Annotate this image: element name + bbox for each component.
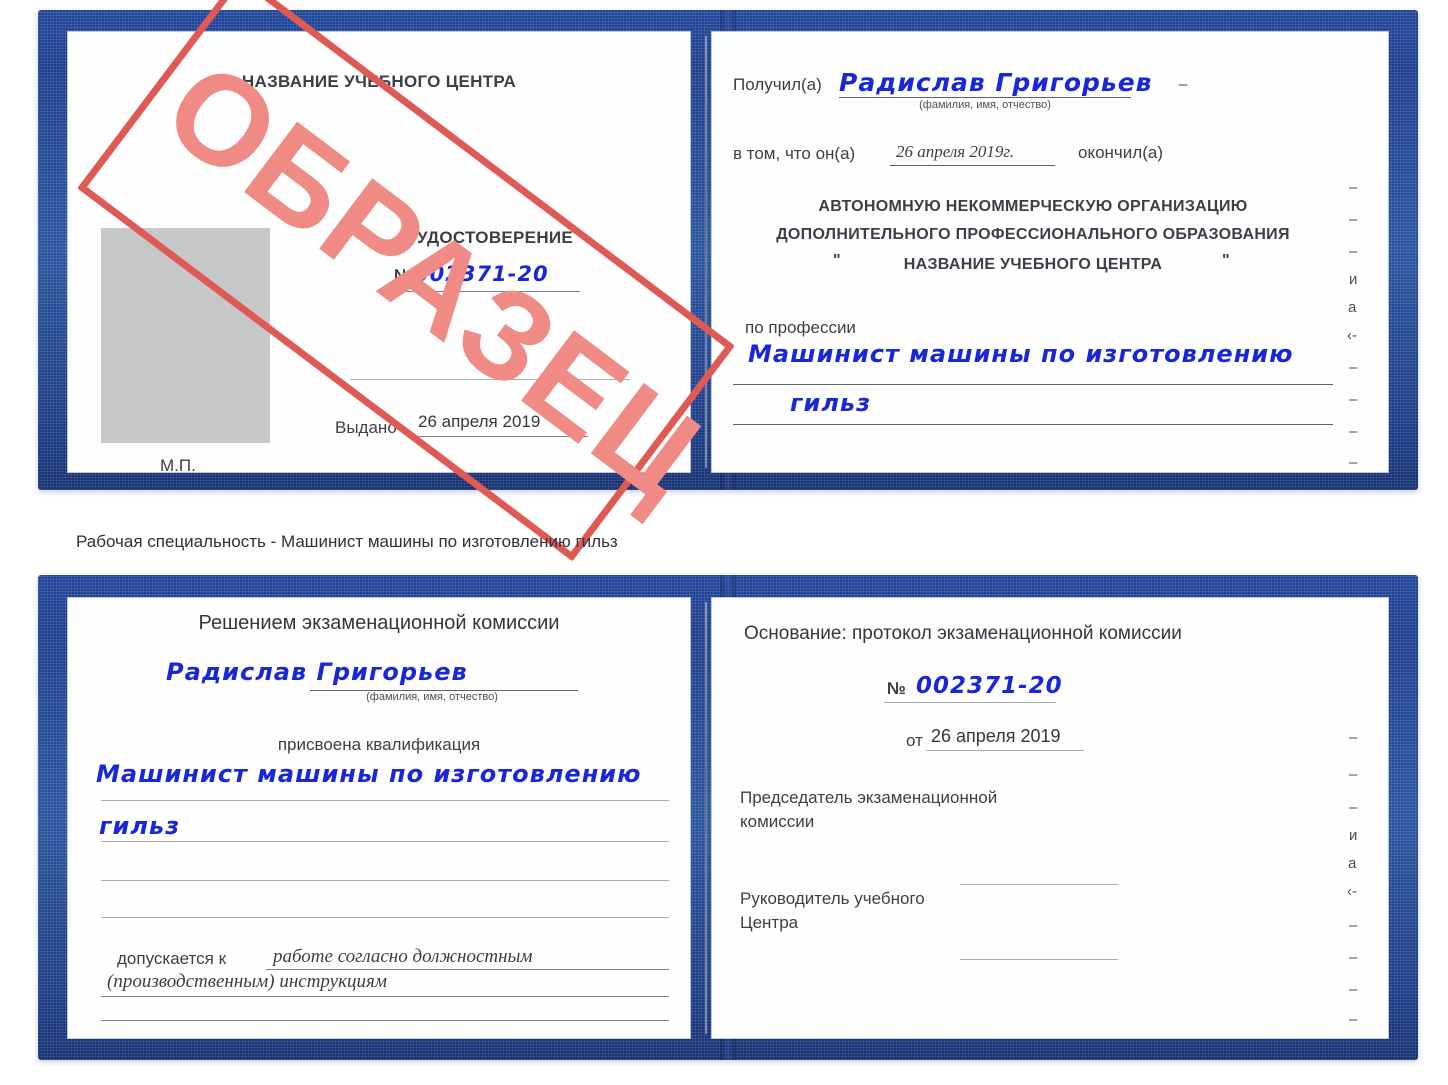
- certificate-bottom-gutter: [705, 602, 707, 1034]
- bottom-right-head-line-2: Центра: [740, 913, 799, 932]
- top-right-edge-glyph-6: –: [1349, 359, 1358, 376]
- bottom-left-name-value: Радислав Григорьев: [166, 658, 468, 686]
- top-right-org-line-3: НАЗВАНИЕ УЧЕБНОГО ЦЕНТРА: [903, 256, 1163, 273]
- top-right-dash-after-name: –: [1179, 76, 1188, 93]
- top-right-finished-label: окончил(а): [1078, 143, 1163, 162]
- bottom-right-edge-glyph-0: –: [1349, 729, 1358, 746]
- bottom-right-edge-glyph-9: –: [1349, 1011, 1358, 1028]
- bottom-right-edge-glyph-7: –: [1349, 949, 1358, 966]
- bottom-left-qual-rule-4: [101, 917, 669, 918]
- bottom-right-edge-glyph-8: –: [1349, 981, 1358, 998]
- top-right-edge-glyph-5: ‹-: [1347, 327, 1357, 344]
- bottom-left-qualification-value-1: Машинист машины по изготовлению: [96, 760, 642, 788]
- bottom-right-chairman-sign-rule: [960, 884, 1118, 885]
- top-left-issued-rule: [411, 436, 588, 437]
- top-left-issued-label: Выдано: [335, 418, 397, 437]
- bottom-right-chairman-line-2: комиссии: [740, 812, 815, 831]
- top-right-profession-value-2: гильз: [790, 389, 872, 417]
- bottom-left-decision-title: Решением экзаменационной комиссии: [198, 612, 560, 634]
- bottom-left-qual-rule-3: [101, 880, 669, 881]
- bottom-right-date-rule: [926, 750, 1084, 751]
- top-left-doc-type: УДОСТОВЕРЕНИЕ: [416, 228, 574, 247]
- top-right-received-label: Получил(а): [733, 75, 822, 94]
- bottom-right-edge-glyph-4: а: [1348, 855, 1357, 872]
- bottom-right-date-value: 26 апреля 2019: [931, 726, 1061, 746]
- photo-placeholder: [101, 228, 270, 443]
- bottom-left-allowed-rule-2: [101, 996, 669, 997]
- bottom-right-edge-glyph-1: –: [1349, 766, 1358, 783]
- top-right-profession-rule-1: [733, 384, 1333, 385]
- top-right-edge-glyph-2: –: [1349, 243, 1358, 260]
- bottom-left-qualification-value-2: гильз: [99, 812, 181, 840]
- bottom-left-allowed-value-1: работе согласно должностным: [273, 946, 533, 967]
- top-right-edge-glyph-9: –: [1349, 454, 1358, 471]
- top-left-issued-value: 26 апреля 2019: [418, 412, 541, 431]
- screenshot-root: НАЗВАНИЕ УЧЕБНОГО ЦЕНТРА УДОСТОВЕРЕНИЕ №…: [0, 0, 1448, 1085]
- bottom-right-edge-glyph-3: и: [1349, 827, 1358, 844]
- bottom-left-qual-rule-1: [101, 800, 669, 801]
- bottom-right-number-label: №: [887, 679, 906, 698]
- top-right-edge-glyph-1: –: [1349, 211, 1358, 228]
- top-left-number-value: 002371-20: [414, 262, 549, 286]
- top-right-org-line-2: ДОПОЛНИТЕЛЬНОГО ПРОФЕССИОНАЛЬНОГО ОБРАЗО…: [776, 226, 1290, 243]
- top-right-profession-rule-2: [733, 424, 1333, 425]
- top-right-edge-glyph-3: и: [1349, 271, 1358, 288]
- bottom-left-qual-rule-2: [101, 841, 669, 842]
- top-left-blank-rule: [350, 379, 630, 380]
- top-left-seal-label: М.П.: [160, 456, 196, 475]
- certificate-top-gutter: [705, 36, 707, 468]
- top-right-that-he-label: в том, что он(а): [733, 144, 856, 163]
- bottom-left-allowed-value-2: (производственным) инструкциям: [107, 971, 387, 992]
- bottom-left-allowed-label: допускается к: [117, 949, 227, 968]
- top-right-quote-close: ": [1222, 252, 1230, 269]
- bottom-left-name-hint: (фамилия, имя, отчество): [366, 691, 498, 703]
- bottom-right-edge-glyph-2: –: [1349, 799, 1358, 816]
- bottom-right-chairman-line-1: Председатель экзаменационной: [740, 788, 998, 807]
- bottom-right-edge-glyph-5: ‹-: [1347, 883, 1357, 900]
- top-right-edge-glyph-7: –: [1349, 391, 1358, 408]
- figure-caption: Рабочая специальность - Машинист машины …: [76, 532, 618, 551]
- bottom-right-head-sign-rule: [960, 959, 1118, 960]
- bottom-right-edge-glyph-6: –: [1349, 917, 1358, 934]
- top-right-received-value: Радислав Григорьев: [839, 68, 1153, 97]
- bottom-left-qualification-label: присвоена квалификация: [277, 735, 481, 754]
- top-right-edge-glyph-8: –: [1349, 423, 1358, 440]
- top-right-name-hint: (фамилия, имя, отчество): [919, 99, 1051, 111]
- top-left-org-title: НАЗВАНИЕ УЧЕБНОГО ЦЕНТРА: [241, 72, 517, 91]
- top-right-edge-glyph-0: –: [1349, 179, 1358, 196]
- top-right-edge-glyph-4: а: [1348, 299, 1357, 316]
- bottom-left-allowed-rule-1: [266, 969, 669, 970]
- bottom-left-allowed-rule-3: [101, 1020, 669, 1021]
- top-left-number-label: №: [394, 266, 413, 285]
- top-right-org-line-1: АВТОНОМНУЮ НЕКОММЕРЧЕСКУЮ ОРГАНИЗАЦИЮ: [818, 198, 1248, 215]
- bottom-right-head-line-1: Руководитель учебного: [740, 889, 925, 908]
- top-right-received-rule: [839, 97, 1131, 98]
- top-right-profession-value-1: Машинист машины по изготовлению: [748, 340, 1294, 368]
- bottom-right-date-label: от: [906, 731, 923, 750]
- top-left-number-rule: [394, 291, 580, 292]
- top-right-date-rule: [890, 165, 1055, 166]
- bottom-right-number-rule: [884, 702, 1056, 703]
- top-right-that-he-date: 26 апреля 2019г.: [896, 142, 1015, 161]
- top-right-profession-label: по профессии: [745, 318, 856, 337]
- bottom-right-basis-label: Основание: протокол экзаменационной коми…: [744, 623, 1182, 644]
- bottom-right-number-value: 002371-20: [916, 673, 1063, 699]
